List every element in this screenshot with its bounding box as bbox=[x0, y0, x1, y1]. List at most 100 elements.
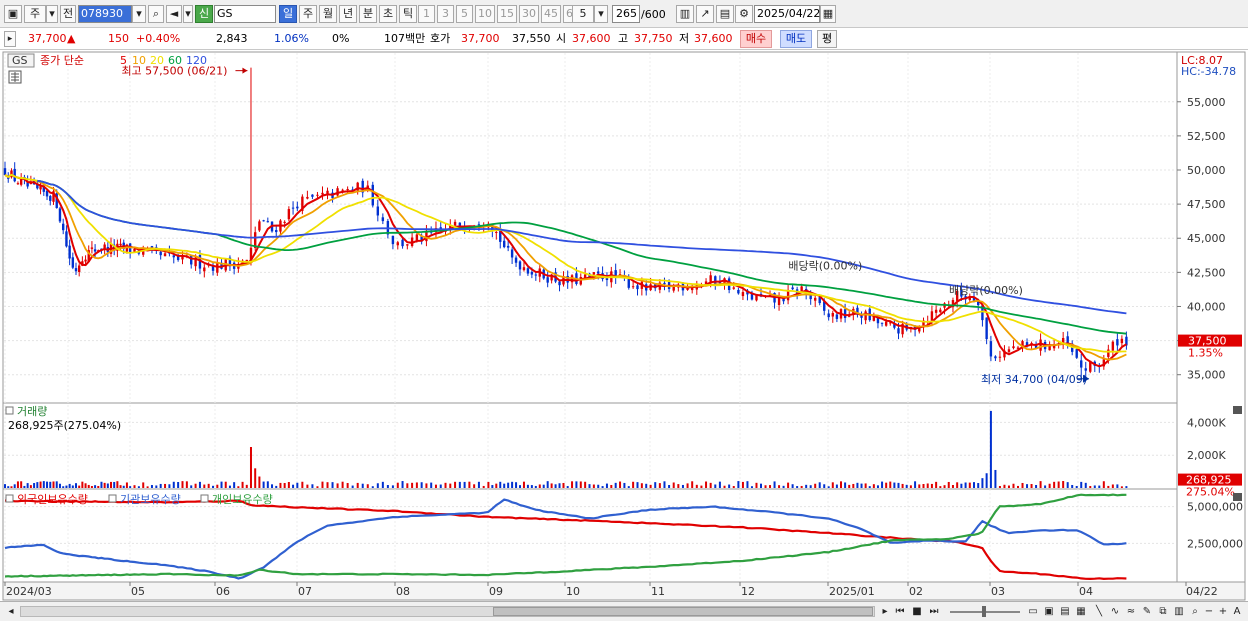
interval-button-3[interactable]: 10 bbox=[475, 5, 495, 23]
interval-button-0[interactable]: 1 bbox=[418, 5, 435, 23]
volume-bar bbox=[575, 481, 578, 488]
scroll-left-icon[interactable]: ◂ bbox=[4, 604, 18, 619]
period-tab-0[interactable]: 일 bbox=[279, 5, 297, 23]
x-tick-label: 07 bbox=[298, 585, 312, 598]
search-icon[interactable]: ⌕ bbox=[148, 5, 164, 23]
volume-bar bbox=[746, 481, 749, 488]
volume-bar bbox=[714, 484, 717, 488]
scrollbar-thumb[interactable] bbox=[493, 607, 873, 616]
volume-bar bbox=[283, 483, 286, 488]
zoom-out-icon[interactable]: − bbox=[1202, 604, 1216, 619]
wave-tool-icon[interactable]: ≈ bbox=[1124, 604, 1138, 619]
period-tab-4[interactable]: 분 bbox=[359, 5, 377, 23]
period-tab-2[interactable]: 월 bbox=[319, 5, 337, 23]
x-tick-label: 02 bbox=[909, 585, 923, 598]
interval-button-5[interactable]: 30 bbox=[519, 5, 539, 23]
turnover-pct: 1.06% bbox=[274, 32, 309, 45]
interval-dropdown-icon[interactable]: ▾ bbox=[594, 5, 608, 23]
window-menu-icon[interactable]: ▣ bbox=[4, 5, 22, 23]
volume-bar bbox=[42, 481, 45, 488]
eval-button[interactable]: 평 bbox=[817, 30, 837, 48]
candle-body bbox=[514, 257, 518, 263]
volume-bar bbox=[1039, 481, 1042, 488]
speaker-icon[interactable]: ◄ bbox=[166, 5, 182, 23]
candle-body bbox=[381, 217, 385, 222]
holdings-legend-box[interactable] bbox=[108, 494, 117, 503]
period-tab-3[interactable]: 년 bbox=[339, 5, 357, 23]
volume-bar bbox=[198, 481, 201, 488]
market-select[interactable]: 주 bbox=[24, 5, 46, 23]
count-input[interactable]: 265 bbox=[612, 5, 640, 23]
draw-tool-icon[interactable]: ↗ bbox=[696, 5, 714, 23]
volume-bar bbox=[681, 484, 684, 488]
code-dropdown-icon[interactable]: ▾ bbox=[132, 5, 146, 23]
price-panel[interactable] bbox=[2, 51, 1178, 404]
candle-body bbox=[396, 242, 399, 246]
volume-bar bbox=[321, 481, 324, 488]
date-input[interactable]: 2025/04/22 bbox=[754, 5, 820, 23]
candle-body bbox=[843, 309, 847, 318]
period-tab-1[interactable]: 주 bbox=[299, 5, 317, 23]
layout-icon-4[interactable]: ▦ bbox=[1074, 604, 1088, 619]
volume-bar bbox=[960, 483, 963, 488]
volume-bar bbox=[601, 486, 604, 488]
holdings-legend-box[interactable] bbox=[5, 494, 14, 503]
volume-panel[interactable] bbox=[2, 402, 1178, 490]
zoom-slider-handle[interactable] bbox=[982, 606, 986, 617]
rewind-icon[interactable]: ⏮ bbox=[893, 604, 907, 619]
volume-bar bbox=[146, 486, 149, 488]
scrollbar-track[interactable] bbox=[20, 606, 875, 617]
x-tick-label: 12 bbox=[741, 585, 755, 598]
buy-button[interactable]: 매수 bbox=[740, 30, 772, 48]
holdings-panel-close-icon[interactable] bbox=[1233, 493, 1242, 501]
price-tick-label: 50,000 bbox=[1187, 164, 1226, 177]
quote-toggle-icon[interactable]: ▸ bbox=[4, 31, 16, 47]
calendar-icon[interactable]: ▦ bbox=[820, 5, 836, 23]
volume-panel-close-icon[interactable] bbox=[1233, 406, 1242, 414]
interval-button-6[interactable]: 45 bbox=[541, 5, 561, 23]
new-badge[interactable]: 신 bbox=[195, 5, 213, 23]
scroll-right-icon[interactable]: ▸ bbox=[878, 604, 892, 619]
trend-tool-icon[interactable]: ∿ bbox=[1108, 604, 1122, 619]
save-icon[interactable]: ▤ bbox=[716, 5, 734, 23]
pen-tool-icon[interactable]: ✎ bbox=[1140, 604, 1154, 619]
stop-icon[interactable]: ■ bbox=[910, 604, 924, 619]
volume-bar bbox=[100, 481, 103, 488]
volume-title: 거래량 bbox=[17, 405, 47, 418]
interval-button-2[interactable]: 5 bbox=[456, 5, 473, 23]
layout-icon-3[interactable]: ▤ bbox=[1058, 604, 1072, 619]
holdings-legend-box[interactable] bbox=[200, 494, 209, 503]
volume-bar bbox=[951, 485, 954, 488]
copy-icon[interactable]: ⧉ bbox=[1156, 604, 1170, 619]
sell-button[interactable]: 매도 bbox=[780, 30, 812, 48]
line-tool-icon[interactable]: ╲ bbox=[1092, 604, 1106, 619]
chart-area[interactable]: 최고 57,500 (06/21)최저 34,700 (04/09)배당락(0.… bbox=[0, 50, 1248, 601]
zoom-in-icon[interactable]: + bbox=[1216, 604, 1230, 619]
volume-bar bbox=[728, 484, 731, 488]
volume-bar bbox=[977, 483, 980, 488]
forward-icon[interactable]: ⏭ bbox=[927, 604, 941, 619]
market-dropdown-icon[interactable]: ▾ bbox=[46, 5, 58, 23]
volume-bar bbox=[1125, 486, 1128, 488]
candle-body bbox=[939, 309, 942, 313]
code-input[interactable]: 078930 bbox=[78, 5, 132, 23]
layout-icon-1[interactable]: ▭ bbox=[1026, 604, 1040, 619]
candle-body bbox=[415, 234, 419, 241]
interval-value[interactable]: 5 bbox=[572, 5, 594, 23]
volume-toggle-icon[interactable] bbox=[5, 406, 14, 415]
gear-icon[interactable]: ⚙ bbox=[735, 5, 753, 23]
layout-icon-2[interactable]: ▣ bbox=[1042, 604, 1056, 619]
zoom-out-search-icon[interactable]: ⌕ bbox=[1188, 604, 1202, 619]
speaker-dropdown-icon[interactable]: ▾ bbox=[183, 5, 193, 23]
candle-type-icon[interactable]: ▥ bbox=[676, 5, 694, 23]
candle-body bbox=[503, 240, 506, 248]
period-tab-5[interactable]: 초 bbox=[379, 5, 397, 23]
interval-button-4[interactable]: 15 bbox=[497, 5, 517, 23]
stock-name-field[interactable]: GS bbox=[214, 5, 276, 23]
print-icon[interactable]: ▥ bbox=[1172, 604, 1186, 619]
period-tab-6[interactable]: 틱 bbox=[399, 5, 417, 23]
prev-button[interactable]: 전 bbox=[60, 5, 76, 23]
interval-button-1[interactable]: 3 bbox=[437, 5, 454, 23]
volume-bar bbox=[58, 483, 61, 488]
font-size-icon[interactable]: A bbox=[1230, 604, 1244, 619]
